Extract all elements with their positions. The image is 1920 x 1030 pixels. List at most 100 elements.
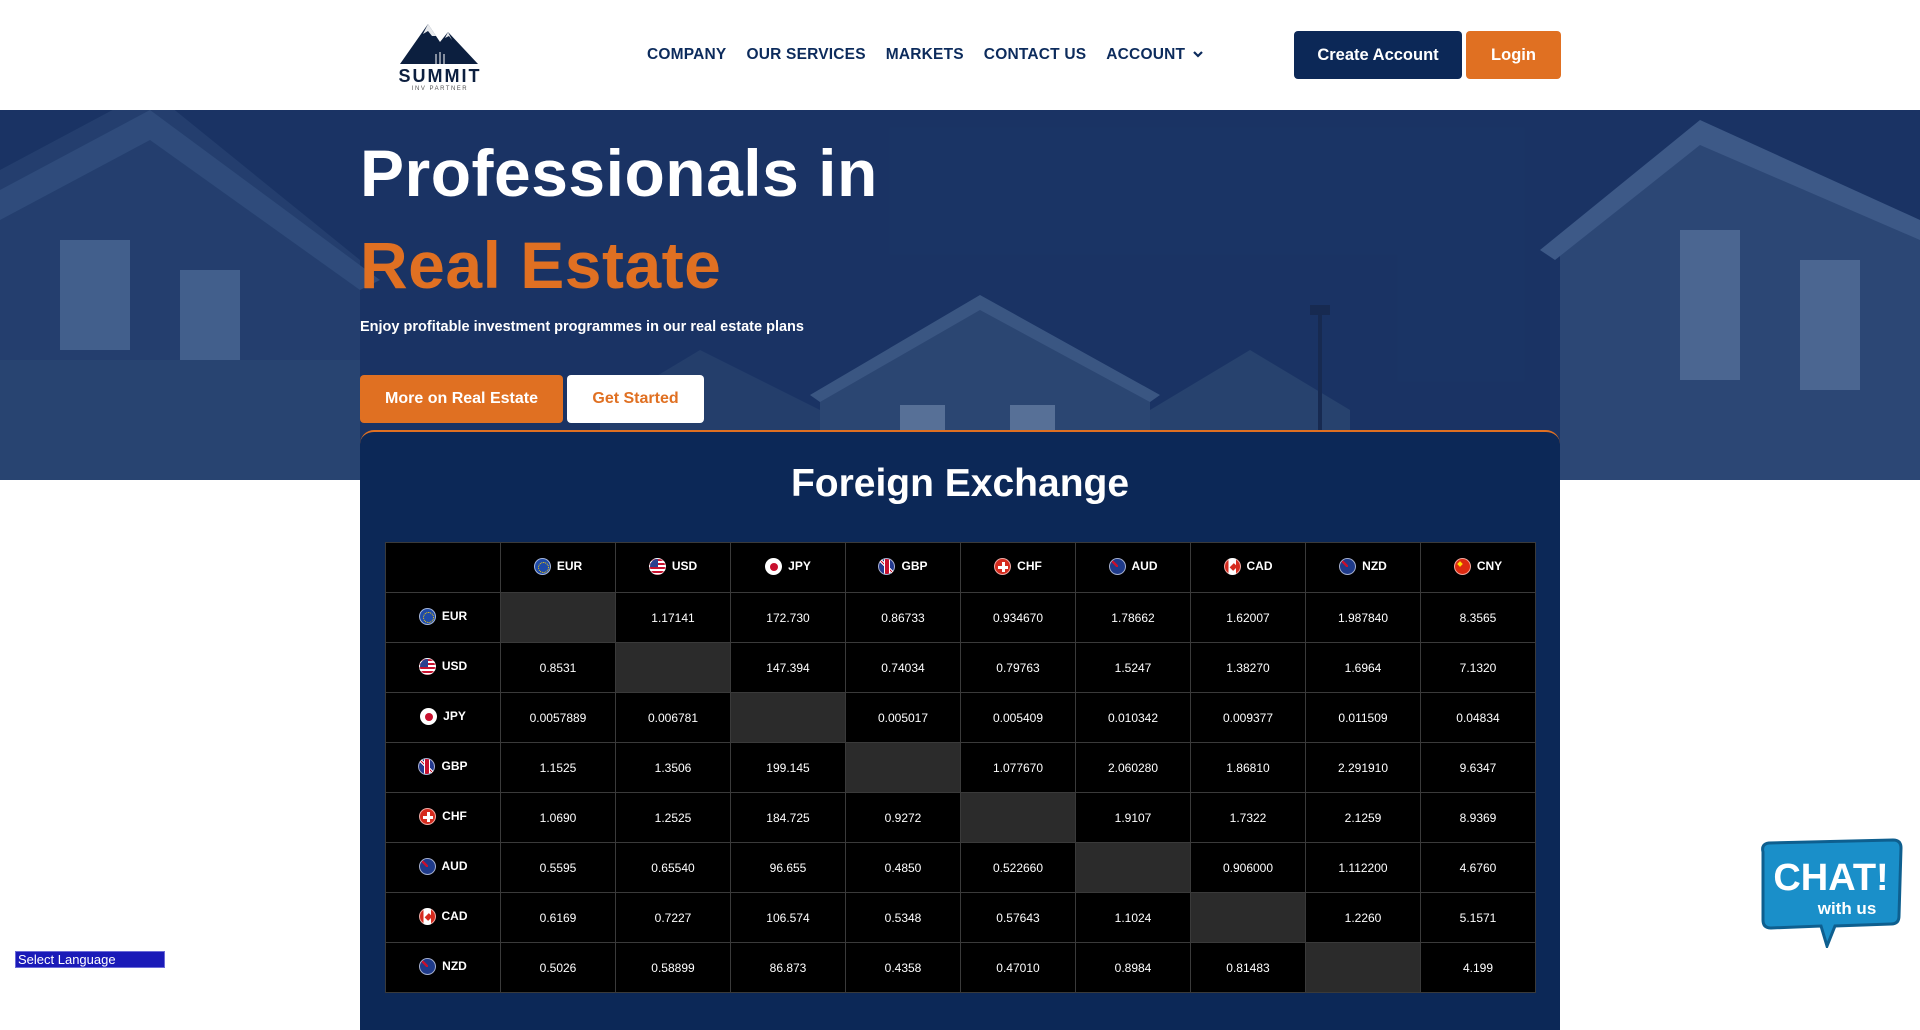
fx-rate-cell: 1.7322 <box>1190 792 1306 843</box>
fx-rate-cell: 184.725 <box>730 792 846 843</box>
fx-rate-cell: 0.522660 <box>960 842 1076 893</box>
get-started-button[interactable]: Get Started <box>567 375 704 423</box>
fx-col-header-cad: CAD <box>1190 542 1306 593</box>
nzd-flag-icon <box>1339 557 1357 575</box>
fx-row-header-chf: CHF <box>385 792 501 843</box>
table-row: JPY 0.0057889 0.006781 0.005017 0.005409 0.01… <box>385 692 1536 743</box>
currency-label: CNY <box>1453 557 1503 575</box>
fx-rate-cell: 4.199 <box>1420 942 1536 993</box>
table-row: GBP 1.1525 1.3506 199.145 1.077670 2.060280 1.… <box>385 742 1536 793</box>
fx-rate-cell: 1.6964 <box>1305 642 1421 693</box>
currency-label: GBP <box>418 757 468 775</box>
table-row: NZD 0.5026 0.58899 86.873 0.4358 0.47010 0.898… <box>385 942 1536 993</box>
fx-title: Foreign Exchange <box>790 462 1130 505</box>
currency-label: NZD <box>419 957 467 975</box>
fx-col-header-usd: USD <box>615 542 731 593</box>
fx-rate-cell <box>1190 892 1306 943</box>
fx-rate-cell <box>500 592 616 643</box>
fx-rate-cell: 0.0057889 <box>500 692 616 743</box>
fx-rate-cell: 9.6347 <box>1420 742 1536 793</box>
fx-rate-cell: 0.4850 <box>845 842 961 893</box>
main-nav: COMPANY OUR SERVICES MARKETS CONTACT US … <box>647 0 1223 110</box>
currency-label: JPY <box>420 707 466 725</box>
currency-code: AUD <box>441 859 468 873</box>
fx-rate-cell: 0.006781 <box>615 692 731 743</box>
nav-account[interactable]: ACCOUNT <box>1106 46 1203 64</box>
fx-col-header-chf: CHF <box>960 542 1076 593</box>
fx-row-header-cad: CAD <box>385 892 501 943</box>
fx-rate-cell: 1.0690 <box>500 792 616 843</box>
fx-rate-cell: 1.62007 <box>1190 592 1306 643</box>
more-on-real-estate-button[interactable]: More on Real Estate <box>360 375 563 423</box>
jpy-flag-icon <box>420 707 438 725</box>
fx-rate-cell: 0.81483 <box>1190 942 1306 993</box>
table-row: CAD 0.6169 0.7227 106.574 0.5348 0.57643 1.102… <box>385 892 1536 943</box>
language-select[interactable]: Select Language <box>15 951 165 968</box>
fx-rate-cell: 0.5348 <box>845 892 961 943</box>
currency-code: CNY <box>1476 559 1503 573</box>
fx-row-header-usd: USD <box>385 642 501 693</box>
fx-rate-cell: 0.6169 <box>500 892 616 943</box>
nav-our-services[interactable]: OUR SERVICES <box>746 46 865 64</box>
mountain-logo-icon <box>400 24 478 64</box>
fx-rate-cell: 0.47010 <box>960 942 1076 993</box>
fx-rate-cell: 0.86733 <box>845 592 961 643</box>
jpy-flag-icon <box>765 557 783 575</box>
cad-flag-icon <box>418 907 436 925</box>
fx-rate-cell: 172.730 <box>730 592 846 643</box>
fx-rate-cell <box>730 692 846 743</box>
fx-rates-table: EUR USD JPY GBP CHF AUD CAD NZD CNY EUR 1.17141 17… <box>385 542 1536 993</box>
fx-rate-cell: 0.005409 <box>960 692 1076 743</box>
currency-code: JPY <box>443 709 466 723</box>
fx-rate-cell: 0.8984 <box>1075 942 1191 993</box>
currency-label: AUD <box>1108 557 1158 575</box>
currency-code: NZD <box>1362 559 1387 573</box>
fx-rate-cell <box>1305 942 1421 993</box>
chat-line1: CHAT! <box>1773 857 1888 899</box>
fx-rate-cell <box>960 792 1076 843</box>
table-row: USD 0.8531 147.394 0.74034 0.79763 1.5247 1.38… <box>385 642 1536 693</box>
nav-company[interactable]: COMPANY <box>647 46 726 64</box>
fx-rate-cell: 1.86810 <box>1190 742 1306 793</box>
fx-rate-cell: 1.78662 <box>1075 592 1191 643</box>
currency-label: CAD <box>1223 557 1273 575</box>
fx-rate-cell: 106.574 <box>730 892 846 943</box>
fx-rate-cell: 8.9369 <box>1420 792 1536 843</box>
fx-rate-cell: 0.5026 <box>500 942 616 993</box>
currency-code: EUR <box>441 609 468 623</box>
table-row: AUD 0.5595 0.65540 96.655 0.4850 0.522660 0.90… <box>385 842 1536 893</box>
fx-rate-cell: 0.79763 <box>960 642 1076 693</box>
fx-rate-cell: 1.17141 <box>615 592 731 643</box>
fx-rate-cell: 2.291910 <box>1305 742 1421 793</box>
fx-rate-cell: 199.145 <box>730 742 846 793</box>
summit-logo[interactable]: SUMMIT INV PARTNER <box>390 14 490 92</box>
hero-title-line2: Real Estate <box>360 228 722 302</box>
fx-corner-cell <box>385 542 501 593</box>
fx-row-header-jpy: JPY <box>385 692 501 743</box>
table-row: CHF 1.0690 1.2525 184.725 0.9272 1.9107 1.7322… <box>385 792 1536 843</box>
gbp-flag-icon <box>878 557 896 575</box>
fx-rate-cell: 0.9272 <box>845 792 961 843</box>
chat-widget[interactable]: CHAT! with us <box>1755 838 1905 951</box>
login-button[interactable]: Login <box>1466 31 1561 79</box>
chat-line2: with us <box>1817 899 1877 918</box>
currency-label: EUR <box>418 607 468 625</box>
fx-rate-cell: 1.3506 <box>615 742 731 793</box>
currency-label: EUR <box>533 557 582 575</box>
fx-rate-cell: 4.6760 <box>1420 842 1536 893</box>
fx-rate-cell: 0.5595 <box>500 842 616 893</box>
chf-flag-icon <box>419 807 437 825</box>
currency-code: CAD <box>1246 559 1273 573</box>
chat-bubble-icon: CHAT! with us <box>1761 838 1903 951</box>
fx-rate-cell: 1.5247 <box>1075 642 1191 693</box>
fx-rate-cell <box>615 642 731 693</box>
chf-flag-icon <box>994 557 1012 575</box>
fx-rate-cell: 147.394 <box>730 642 846 693</box>
fx-rate-cell <box>1075 842 1191 893</box>
cad-flag-icon <box>1223 557 1241 575</box>
create-account-button[interactable]: Create Account <box>1294 31 1462 79</box>
nav-contact-us[interactable]: CONTACT US <box>984 46 1086 64</box>
fx-rate-cell: 0.7227 <box>615 892 731 943</box>
nav-markets[interactable]: MARKETS <box>886 46 964 64</box>
fx-rate-cell: 0.934670 <box>960 592 1076 643</box>
